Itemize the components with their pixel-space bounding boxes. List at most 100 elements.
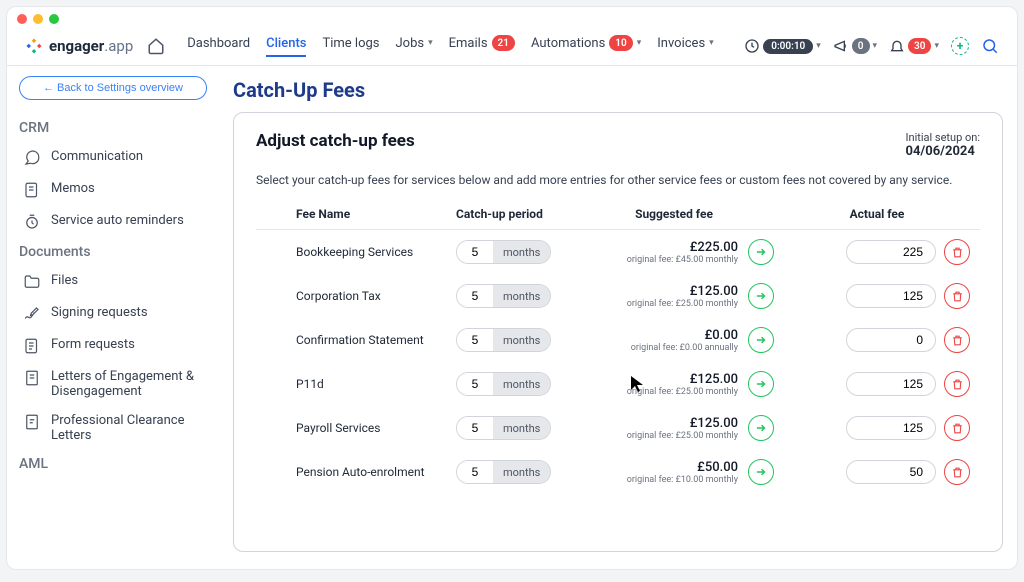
fee-name: Pension Auto-enrolment	[256, 465, 456, 479]
period-unit: months	[493, 373, 550, 395]
sidebar-item-memos[interactable]: Memos	[19, 174, 207, 206]
nav-item-jobs[interactable]: Jobs▾	[396, 36, 433, 57]
suggested-amount: £225.00	[627, 240, 738, 255]
trash-icon	[951, 290, 964, 303]
nav-item-invoices[interactable]: Invoices▾	[657, 36, 713, 57]
delete-row-button[interactable]	[944, 459, 970, 485]
sidebar-item-label: Letters of Engagement & Disengagement	[51, 369, 203, 399]
fee-row: Payroll Servicesmonths£125.00original fe…	[256, 406, 980, 450]
sidebar-item-icon	[23, 213, 41, 231]
delete-row-button[interactable]	[944, 415, 970, 441]
back-to-settings-button[interactable]: ← Back to Settings overview	[19, 76, 207, 100]
fee-name: Bookkeeping Services	[256, 245, 456, 259]
period-input-group: months	[456, 372, 551, 396]
period-unit: months	[493, 285, 550, 307]
trash-icon	[951, 422, 964, 435]
actual-fee-input[interactable]	[846, 328, 936, 352]
sidebar-item-icon	[23, 273, 41, 291]
apply-suggested-button[interactable]	[748, 283, 774, 309]
sidebar-item-communication[interactable]: Communication	[19, 142, 207, 174]
sidebar-item-form-requests[interactable]: Form requests	[19, 330, 207, 362]
close-window-icon[interactable]	[17, 14, 27, 24]
minimize-window-icon[interactable]	[33, 14, 43, 24]
trash-icon	[951, 246, 964, 259]
period-input-group: months	[456, 328, 551, 352]
sidebar-item-files[interactable]: Files	[19, 266, 207, 298]
sidebar-item-letters-of-engagement-disengagement[interactable]: Letters of Engagement & Disengagement	[19, 362, 207, 406]
sidebar-item-icon	[23, 305, 41, 323]
apply-suggested-button[interactable]	[748, 415, 774, 441]
table-header: Fee Name Catch-up period Suggested fee A…	[256, 199, 980, 230]
actual-fee-input[interactable]	[846, 416, 936, 440]
period-unit: months	[493, 241, 550, 263]
fees-card: Adjust catch-up fees Initial setup on: 0…	[233, 112, 1003, 552]
arrow-right-icon	[754, 333, 768, 347]
nav-item-emails[interactable]: Emails21	[449, 35, 515, 57]
sidebar-item-professional-clearance-letters[interactable]: Professional Clearance Letters	[19, 406, 207, 450]
delete-row-button[interactable]	[944, 327, 970, 353]
original-fee-label: original fee: £10.00 monthly	[627, 475, 738, 485]
engager-logo-icon	[25, 37, 43, 55]
period-input-group: months	[456, 284, 551, 308]
actual-fee-input[interactable]	[846, 284, 936, 308]
announcements-button[interactable]: 0 ▾	[833, 38, 877, 54]
sidebar: ← Back to Settings overview CRM Communica…	[7, 66, 219, 569]
home-icon[interactable]	[147, 37, 165, 55]
fee-row: Bookkeeping Services months £225.00origina…	[256, 230, 980, 274]
suggested-amount: £125.00	[627, 372, 738, 387]
fee-row: Corporation Taxmonths£125.00original fee…	[256, 274, 980, 318]
period-unit: months	[493, 417, 550, 439]
notifications-button[interactable]: 30 ▾	[889, 38, 939, 54]
brand-logo[interactable]: engager.app	[25, 37, 133, 55]
arrow-right-icon	[754, 245, 768, 259]
sidebar-item-label: Communication	[51, 149, 143, 164]
apply-suggested-button[interactable]	[748, 239, 774, 265]
sidebar-section-aml: AML	[19, 456, 207, 472]
period-value-input[interactable]	[457, 461, 493, 483]
nav-item-clients[interactable]: Clients	[266, 36, 306, 57]
fee-name: Confirmation Statement	[256, 333, 456, 347]
arrow-right-icon	[754, 289, 768, 303]
delete-row-button[interactable]	[944, 371, 970, 397]
period-input-group: months	[456, 460, 551, 484]
nav-item-automations[interactable]: Automations10▾	[531, 35, 641, 57]
sidebar-item-service-auto-reminders[interactable]: Service auto reminders	[19, 206, 207, 238]
apply-suggested-button[interactable]	[748, 459, 774, 485]
add-new-button[interactable]: +	[951, 37, 969, 55]
fee-name: P11d	[256, 377, 456, 391]
period-value-input[interactable]	[457, 417, 493, 439]
sidebar-item-label: Memos	[51, 181, 95, 196]
period-value-input[interactable]	[457, 329, 493, 351]
original-fee-label: original fee: £25.00 monthly	[627, 299, 738, 309]
period-value-input[interactable]	[457, 285, 493, 307]
sidebar-item-signing-requests[interactable]: Signing requests	[19, 298, 207, 330]
suggested-amount: £50.00	[627, 460, 738, 475]
original-fee-label: original fee: £45.00 monthly	[627, 255, 738, 265]
actual-fee-input[interactable]	[846, 372, 936, 396]
sidebar-item-icon	[23, 181, 41, 199]
trash-icon	[951, 378, 964, 391]
maximize-window-icon[interactable]	[49, 14, 59, 24]
arrow-right-icon	[754, 465, 768, 479]
period-value-input[interactable]	[457, 373, 493, 395]
fee-name: Payroll Services	[256, 421, 456, 435]
delete-row-button[interactable]	[944, 283, 970, 309]
arrow-right-icon	[754, 421, 768, 435]
search-icon[interactable]	[981, 37, 999, 55]
apply-suggested-button[interactable]	[748, 327, 774, 353]
timer-widget[interactable]: 0:00:10 ▾	[744, 38, 821, 54]
period-value-input[interactable]	[457, 241, 493, 263]
apply-suggested-button[interactable]	[748, 371, 774, 397]
card-description: Select your catch-up fees for services b…	[256, 173, 980, 187]
delete-row-button[interactable]	[944, 239, 970, 265]
period-unit: months	[493, 329, 550, 351]
sidebar-section-crm: CRM	[19, 120, 207, 136]
actual-fee-input[interactable]	[846, 460, 936, 484]
original-fee-label: original fee: £25.00 monthly	[627, 387, 738, 397]
bell-icon	[889, 38, 905, 54]
nav-item-dashboard[interactable]: Dashboard	[187, 36, 250, 57]
actual-fee-input[interactable]	[846, 240, 936, 264]
sidebar-item-label: Files	[51, 273, 78, 288]
nav-item-time-logs[interactable]: Time logs	[322, 36, 379, 57]
window-titlebar	[7, 7, 1017, 31]
